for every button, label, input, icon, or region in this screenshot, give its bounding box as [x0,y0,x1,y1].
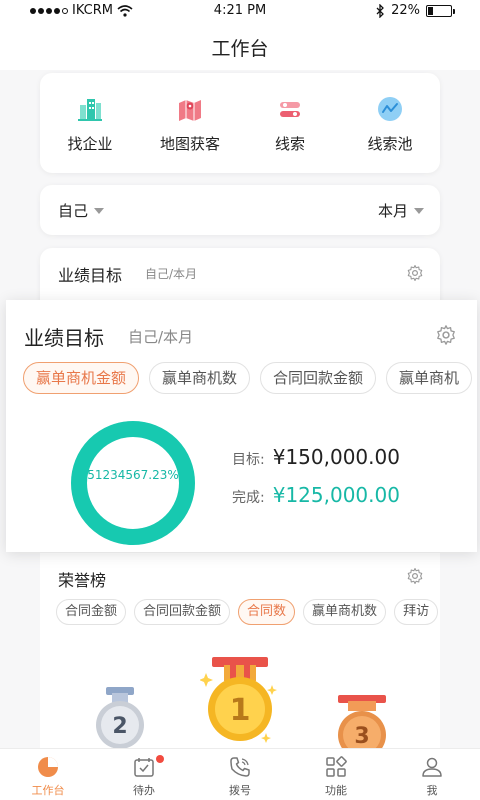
notification-badge [156,755,164,763]
header: 工作台 [0,22,480,70]
tab-label: 功能 [325,784,347,797]
profile-icon [422,757,442,777]
honor-title: 荣誉榜 [58,571,107,590]
map-icon [179,100,201,121]
todo-icon [134,758,154,777]
dashboard-icon [38,757,58,777]
honor-chip-group: 合同金额 合同回款金额 合同数 赢单商机数 拜访 [56,599,439,625]
lead-icon [280,102,300,117]
phone-icon [230,757,250,777]
medal-rank: 2 [112,714,127,739]
gold-medal-icon: 1 [200,657,277,743]
medal-rank: 1 [230,693,251,728]
page-title: 工作台 [211,38,269,60]
honor-board-card: 荣誉榜 合同金额 合同回款金额 合同数 赢单商机数 拜访 2 1 3 [40,553,440,753]
honor-chip[interactable]: 合同金额 [56,599,127,625]
tab-dashboard[interactable]: 工作台 [0,749,96,800]
status-right: 22% [375,3,455,18]
battery-icon [426,4,455,17]
metric-chip[interactable]: 赢单商机数 [149,362,251,394]
medal-rank: 3 [354,724,369,749]
gear-icon[interactable] [435,324,457,346]
completed-row: 完成: ¥125,000.00 [232,483,400,507]
bluetooth-icon [376,3,385,18]
tab-profile[interactable]: 我 [384,749,480,800]
owner-filter-value: 自己 [58,202,89,220]
tab-todo[interactable]: 待办 [96,749,192,800]
performance-title: 业绩目标 [58,266,123,285]
metric-chip-active[interactable]: 赢单商机金额 [23,362,140,394]
donut-progress [71,421,195,545]
tab-label: 我 [426,784,438,797]
tab-label: 工作台 [31,784,65,797]
chevron-down-icon [414,207,424,214]
owner-filter-dropdown[interactable]: 自己 [58,200,105,221]
quick-actions-card: 找企业 地图获客 线索 线索池 [40,73,440,173]
period-filter-dropdown[interactable]: 本月 [378,200,424,221]
completion-donut [71,421,195,545]
target-value: ¥150,000.00 [272,445,400,469]
completed-label: 完成: [232,490,265,506]
quick-action-find-company[interactable]: 找企业 [40,73,140,173]
target-label: 目标: [232,452,265,468]
tab-functions[interactable]: 功能 [288,749,384,800]
quick-action-map-leads[interactable]: 地图获客 [140,73,240,173]
status-bar: IKCRM 4:21 PM 22% [0,0,480,22]
gear-icon[interactable] [406,567,424,585]
donut-percent-label: 51234567.23% [87,468,179,482]
bronze-medal-icon: 3 [338,695,386,753]
bottom-tab-bar: 工作台 待办 拨号 功能 我 [0,748,480,800]
metric-chip-group: 赢单商机金额 赢单商机数 合同回款金额 赢单商机 [23,362,473,394]
completed-value: ¥125,000.00 [272,483,400,507]
quick-action-leads[interactable]: 线索 [240,73,340,173]
performance-title: 业绩目标 [24,326,104,350]
metric-chip[interactable]: 赢单商机 [386,362,473,394]
period-filter-value: 本月 [377,202,408,220]
honor-chip[interactable]: 赢单商机数 [303,599,387,625]
honor-chip-active[interactable]: 合同数 [238,599,296,625]
battery-percent: 22% [391,3,420,18]
performance-subtitle: 自己/本月 [128,328,194,346]
honor-chip[interactable]: 合同回款金额 [134,599,231,625]
metric-chip[interactable]: 合同回款金额 [260,362,377,394]
apps-icon [326,756,347,777]
tab-dialer[interactable]: 拨号 [192,749,288,800]
target-row: 目标: ¥150,000.00 [232,445,400,469]
building-icon [78,99,102,121]
quick-action-label: 线索 [274,135,305,153]
performance-card-expanded: 业绩目标 自己/本月 赢单商机金额 赢单商机数 合同回款金额 赢单商机 5123… [6,300,477,552]
lead-pool-icon [378,97,402,121]
chevron-down-icon [94,207,105,214]
tab-label: 待办 [133,784,155,797]
filter-bar: 自己 本月 [40,185,440,235]
quick-action-label: 地图获客 [159,135,220,153]
quick-action-lead-pool[interactable]: 线索池 [340,73,440,173]
honor-chip[interactable]: 拜访 [394,599,439,625]
silver-medal-icon: 2 [96,687,144,749]
tab-label: 拨号 [229,784,251,797]
quick-action-label: 找企业 [67,135,113,153]
performance-subtitle: 自己/本月 [145,267,198,281]
quick-action-label: 线索池 [367,135,413,153]
gear-icon[interactable] [406,264,424,282]
